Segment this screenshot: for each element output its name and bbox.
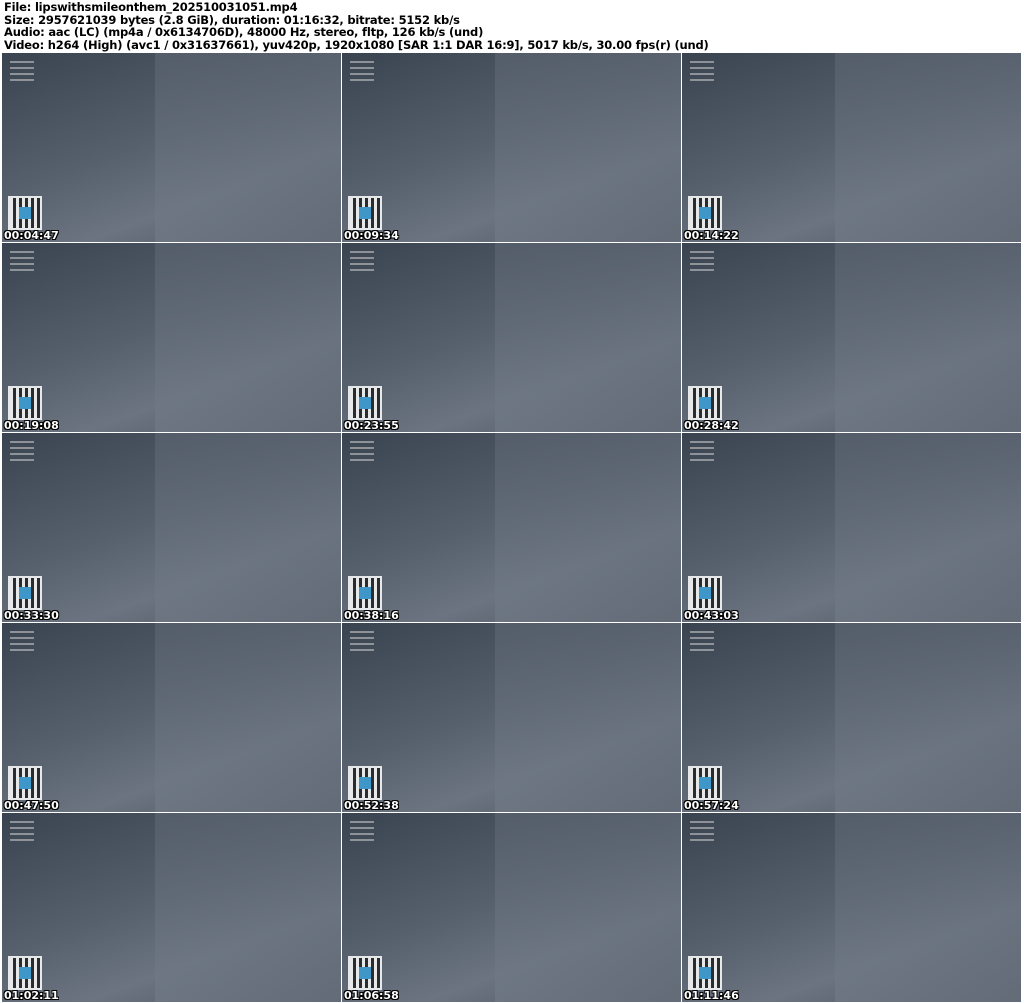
qr-code-icon	[8, 766, 42, 800]
overlay-menu-icon	[10, 441, 34, 465]
video-thumbnail[interactable]: 01:02:11	[2, 813, 341, 1002]
qr-code-icon	[348, 576, 382, 610]
qr-code-icon	[688, 956, 722, 990]
video-thumbnail[interactable]: 00:19:08	[2, 243, 341, 432]
file-name: File: lipswithsmileonthem_202510031051.m…	[4, 0, 298, 14]
qr-code-icon	[348, 766, 382, 800]
thumbnail-timestamp: 00:47:50	[4, 799, 59, 812]
qr-code-icon	[688, 576, 722, 610]
thumbnail-timestamp: 00:23:55	[344, 419, 399, 432]
thumbnail-image-placeholder	[154, 813, 341, 1002]
thumbnail-timestamp: 00:57:24	[684, 799, 739, 812]
overlay-menu-icon	[10, 631, 34, 655]
video-thumbnail[interactable]: 00:57:24	[682, 623, 1021, 812]
qr-code-icon	[8, 196, 42, 230]
thumbnail-timestamp: 01:11:46	[684, 989, 739, 1002]
thumbnail-image-placeholder	[834, 813, 1021, 1002]
thumbnail-grid: 00:04:47 00:09:34 00:14:22 00:19:08 00:23:55…	[2, 53, 1021, 1002]
overlay-menu-icon	[10, 61, 34, 85]
video-thumbnail[interactable]: 01:11:46	[682, 813, 1021, 1002]
thumbnail-timestamp: 00:19:08	[4, 419, 59, 432]
thumbnail-timestamp: 00:04:47	[4, 229, 59, 242]
thumbnail-image-placeholder	[494, 623, 681, 812]
overlay-menu-icon	[690, 821, 714, 845]
qr-code-icon	[348, 386, 382, 420]
overlay-menu-icon	[350, 631, 374, 655]
overlay-menu-icon	[350, 821, 374, 845]
video-thumbnail[interactable]: 00:43:03	[682, 433, 1021, 622]
overlay-menu-icon	[690, 631, 714, 655]
file-info-header: File: lipswithsmileonthem_202510031051.m…	[4, 1, 709, 51]
qr-code-icon	[348, 956, 382, 990]
thumbnail-timestamp: 00:28:42	[684, 419, 739, 432]
video-thumbnail[interactable]: 00:09:34	[342, 53, 681, 242]
overlay-menu-icon	[350, 251, 374, 275]
thumbnail-image-placeholder	[154, 623, 341, 812]
thumbnail-image-placeholder	[154, 243, 341, 432]
video-thumbnail[interactable]: 00:47:50	[2, 623, 341, 812]
overlay-menu-icon	[10, 251, 34, 275]
thumbnail-timestamp: 00:09:34	[344, 229, 399, 242]
qr-code-icon	[8, 956, 42, 990]
thumbnail-image-placeholder	[494, 813, 681, 1002]
qr-code-icon	[348, 196, 382, 230]
overlay-menu-icon	[10, 821, 34, 845]
overlay-menu-icon	[350, 61, 374, 85]
thumbnail-timestamp: 00:43:03	[684, 609, 739, 622]
overlay-menu-icon	[350, 441, 374, 465]
thumbnail-image-placeholder	[834, 623, 1021, 812]
thumbnail-image-placeholder	[494, 433, 681, 622]
thumbnail-timestamp: 00:38:16	[344, 609, 399, 622]
thumbnail-timestamp: 00:14:22	[684, 229, 739, 242]
thumbnail-image-placeholder	[494, 53, 681, 242]
overlay-menu-icon	[690, 441, 714, 465]
thumbnail-image-placeholder	[154, 53, 341, 242]
overlay-menu-icon	[690, 61, 714, 85]
video-thumbnail[interactable]: 01:06:58	[342, 813, 681, 1002]
thumbnail-timestamp: 01:06:58	[344, 989, 399, 1002]
thumbnail-image-placeholder	[834, 53, 1021, 242]
video-thumbnail[interactable]: 00:38:16	[342, 433, 681, 622]
overlay-menu-icon	[690, 251, 714, 275]
video-thumbnail[interactable]: 00:28:42	[682, 243, 1021, 432]
qr-code-icon	[688, 386, 722, 420]
qr-code-icon	[688, 766, 722, 800]
video-thumbnail[interactable]: 00:14:22	[682, 53, 1021, 242]
video-thumbnail[interactable]: 00:33:30	[2, 433, 341, 622]
video-info: Video: h264 (High) (avc1 / 0x31637661), …	[4, 37, 709, 52]
thumbnail-image-placeholder	[494, 243, 681, 432]
video-thumbnail[interactable]: 00:52:38	[342, 623, 681, 812]
thumbnail-timestamp: 00:52:38	[344, 799, 399, 812]
qr-code-icon	[688, 196, 722, 230]
thumbnail-timestamp: 01:02:11	[4, 989, 59, 1002]
thumbnail-timestamp: 00:33:30	[4, 609, 59, 622]
thumbnail-image-placeholder	[834, 433, 1021, 622]
thumbnail-image-placeholder	[154, 433, 341, 622]
thumbnail-image-placeholder	[834, 243, 1021, 432]
qr-code-icon	[8, 576, 42, 610]
video-thumbnail[interactable]: 00:04:47	[2, 53, 341, 242]
qr-code-icon	[8, 386, 42, 420]
audio-info: Audio: aac (LC) (mp4a / 0x6134706D), 480…	[4, 25, 484, 40]
video-thumbnail[interactable]: 00:23:55	[342, 243, 681, 432]
